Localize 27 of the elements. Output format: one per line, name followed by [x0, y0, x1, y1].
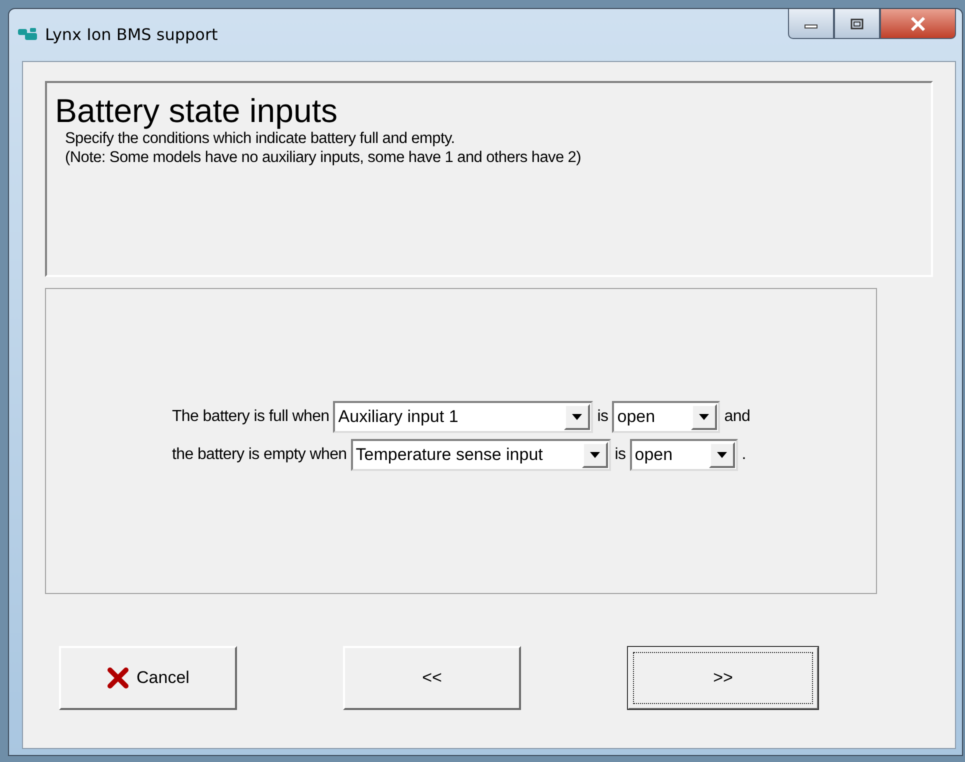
dropdown[interactable]: open — [630, 439, 738, 471]
page-heading: Battery state inputs — [55, 93, 338, 129]
close-button[interactable] — [880, 9, 956, 39]
label-text: is — [597, 408, 608, 426]
label-text: and — [724, 408, 750, 426]
caret-icon — [590, 452, 600, 458]
label-text: . — [742, 446, 746, 464]
caret-icon — [699, 414, 710, 420]
cross-icon — [106, 667, 129, 689]
window-title: Lynx Ion BMS support — [45, 25, 218, 44]
caret-icon — [572, 414, 582, 420]
caret-icon — [716, 452, 727, 458]
minimize-button[interactable] — [788, 9, 834, 39]
dropdown[interactable]: Temperature sense input — [350, 439, 611, 471]
maximize-button[interactable] — [834, 9, 880, 39]
dropdown[interactable]: Auxiliary input 1 — [333, 401, 594, 433]
label-text: the battery is empty when — [172, 446, 347, 464]
close-icon — [910, 16, 926, 30]
label-text: is — [614, 446, 626, 464]
nav-button[interactable]: >> — [627, 646, 819, 710]
maximize-icon — [850, 18, 864, 30]
description-text: Specify the conditions which indicate battery full and empty. — [65, 129, 456, 148]
nav-button[interactable]: << — [343, 646, 521, 710]
description-text: (Note: Some models have no auxiliary inputs, some have 1 and others have 2) — [65, 148, 582, 167]
cancel-button[interactable]: Cancel — [59, 646, 237, 710]
label-text: The battery is full when — [172, 408, 330, 426]
dropdown[interactable]: open — [612, 401, 720, 433]
